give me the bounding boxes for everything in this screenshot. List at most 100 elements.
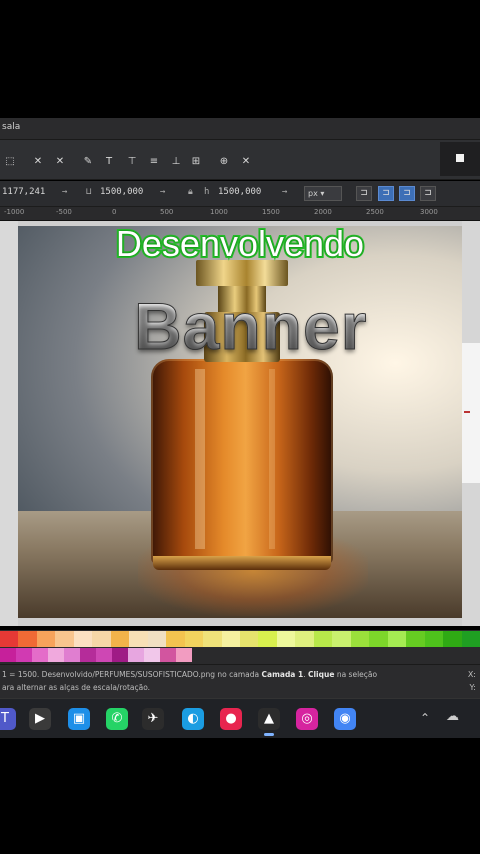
recorder-icon[interactable]: ● (220, 708, 242, 730)
video-letterbox-bottom (0, 738, 480, 854)
align-bottom-icon[interactable]: ⊥ (170, 156, 182, 168)
vertical-ruler (0, 221, 18, 626)
edge-icon[interactable]: ◐ (182, 708, 204, 730)
color-swatch[interactable] (443, 631, 463, 647)
x-field[interactable]: 1177,241 (2, 187, 45, 201)
delete-icon[interactable]: ✕ (54, 156, 66, 168)
text-icon[interactable]: T (103, 156, 115, 168)
node-icon[interactable]: ⬚ (4, 156, 16, 168)
capcut-icon[interactable]: ▣ (68, 708, 90, 730)
color-swatch[interactable] (276, 631, 296, 647)
lock-icon[interactable]: 🔒︎ (188, 187, 193, 201)
cut-icon[interactable]: ✕ (32, 156, 44, 168)
color-swatch[interactable] (96, 648, 112, 662)
windows-taskbar: ⌃ ☁ T ▶ ▣ ✆ ✈ ◐ ● ▲ ◎ ◉ (0, 698, 480, 738)
color-swatch[interactable] (55, 631, 75, 647)
chevron-up-icon[interactable]: ⌃ (420, 711, 430, 725)
color-swatch[interactable] (313, 631, 333, 647)
color-swatch[interactable] (16, 648, 32, 662)
color-swatch[interactable] (48, 648, 64, 662)
cursor-x-label: X: (467, 670, 476, 679)
color-swatch[interactable] (369, 631, 389, 647)
window-title: sala (2, 122, 21, 132)
snap-controls (440, 142, 480, 176)
inkscape-icon[interactable]: ▲ (258, 708, 280, 730)
move-gradients-button[interactable]: ⊐ (399, 186, 415, 201)
arrow-icon: → (160, 187, 166, 197)
commands-toolbar: ⬚ ✕ ✕ ✎ T ⊤ ≡ ⊥ ⊞ ⊕ ✕ (0, 140, 480, 180)
color-swatch[interactable] (240, 631, 259, 647)
color-swatch[interactable] (73, 631, 93, 647)
network-icon[interactable]: ✈ (142, 708, 164, 730)
color-swatch[interactable] (160, 648, 176, 662)
w-field[interactable]: 1500,000 (100, 187, 143, 201)
color-swatch[interactable] (64, 648, 80, 662)
status-line-2: ara alternar as alças de escala/rotação. (2, 683, 151, 692)
color-swatch[interactable] (184, 631, 204, 647)
color-swatch[interactable] (203, 631, 223, 647)
move-patterns-button[interactable]: ⊐ (420, 186, 436, 201)
unit-select[interactable]: px ▾ (304, 186, 342, 201)
color-swatch[interactable] (129, 631, 149, 647)
color-swatch[interactable] (80, 648, 96, 662)
distribute-icon[interactable]: ⊞ (190, 156, 202, 168)
banner-artwork[interactable] (18, 226, 462, 618)
color-swatch[interactable] (406, 631, 426, 647)
color-swatch[interactable] (295, 631, 315, 647)
pen-icon[interactable]: ✎ (82, 156, 94, 168)
scale-corners-button[interactable]: ⊐ (378, 186, 394, 201)
color-swatch[interactable] (332, 631, 352, 647)
color-swatch[interactable] (144, 648, 160, 662)
document-canvas[interactable] (0, 221, 480, 626)
color-swatch[interactable] (128, 648, 144, 662)
cursor-y-label: Y: (469, 683, 476, 692)
guide-marker (464, 411, 470, 413)
status-line-1: 1 = 1500. Desenvolvido/PERFUMES/SUSOFIST… (2, 670, 378, 679)
color-swatch[interactable] (176, 648, 192, 662)
color-swatch[interactable] (221, 631, 241, 647)
instagram-icon[interactable]: ◎ (296, 708, 318, 730)
chrome-icon[interactable]: ◉ (334, 708, 356, 730)
perfume-bottle-body (151, 359, 333, 564)
h-label: h (204, 187, 210, 197)
color-swatch[interactable] (424, 631, 444, 647)
whatsapp-icon[interactable]: ✆ (106, 708, 128, 730)
color-swatch[interactable] (147, 631, 167, 647)
scale-stroke-button[interactable]: ⊐ (356, 186, 372, 201)
color-swatch[interactable] (112, 648, 128, 662)
status-bar: 1 = 1500. Desenvolvido/PERFUMES/SUSOFIST… (0, 664, 480, 698)
color-swatch[interactable] (387, 631, 407, 647)
arrow-icon: → (62, 187, 68, 197)
color-swatch[interactable] (36, 631, 56, 647)
transform-icon[interactable]: ✕ (240, 156, 252, 168)
color-swatch[interactable] (92, 631, 112, 647)
color-swatch[interactable] (32, 648, 48, 662)
cloud-icon[interactable]: ☁ (446, 709, 459, 724)
lock-link-icon: ⊔ (86, 187, 92, 197)
perfume-bottle-base (153, 556, 331, 570)
color-swatch[interactable] (0, 648, 16, 662)
zoom-icon[interactable]: ⊕ (218, 156, 230, 168)
right-scroll-area[interactable] (462, 221, 480, 626)
tool-controls-bar: 1177,241 → ⊔ 1500,000 → 🔒︎ h 1500,000 → … (0, 181, 480, 207)
media-player-icon[interactable]: ▶ (29, 708, 51, 730)
horizontal-ruler: -1000 -500 0 500 1000 1500 2000 2500 300… (0, 207, 480, 221)
h-field[interactable]: 1500,000 (218, 187, 261, 201)
color-swatch[interactable] (18, 631, 38, 647)
color-swatch[interactable] (0, 631, 19, 647)
color-swatch[interactable] (461, 631, 480, 647)
headline-text: Desenvolvendo (114, 221, 366, 266)
arrow-icon: → (282, 187, 288, 197)
color-swatch[interactable] (166, 631, 186, 647)
active-app-indicator (264, 733, 274, 736)
color-palette (0, 630, 480, 664)
color-swatch[interactable] (350, 631, 370, 647)
snap-toggle-icon[interactable] (456, 154, 464, 162)
align-middle-icon[interactable]: ≡ (148, 156, 160, 168)
color-swatch[interactable] (110, 631, 130, 647)
subheadline-text: Banner (134, 288, 394, 364)
teams-icon[interactable]: T (0, 708, 16, 730)
color-swatch[interactable] (258, 631, 278, 647)
video-letterbox-top (0, 0, 480, 118)
align-top-icon[interactable]: ⊤ (126, 156, 138, 168)
